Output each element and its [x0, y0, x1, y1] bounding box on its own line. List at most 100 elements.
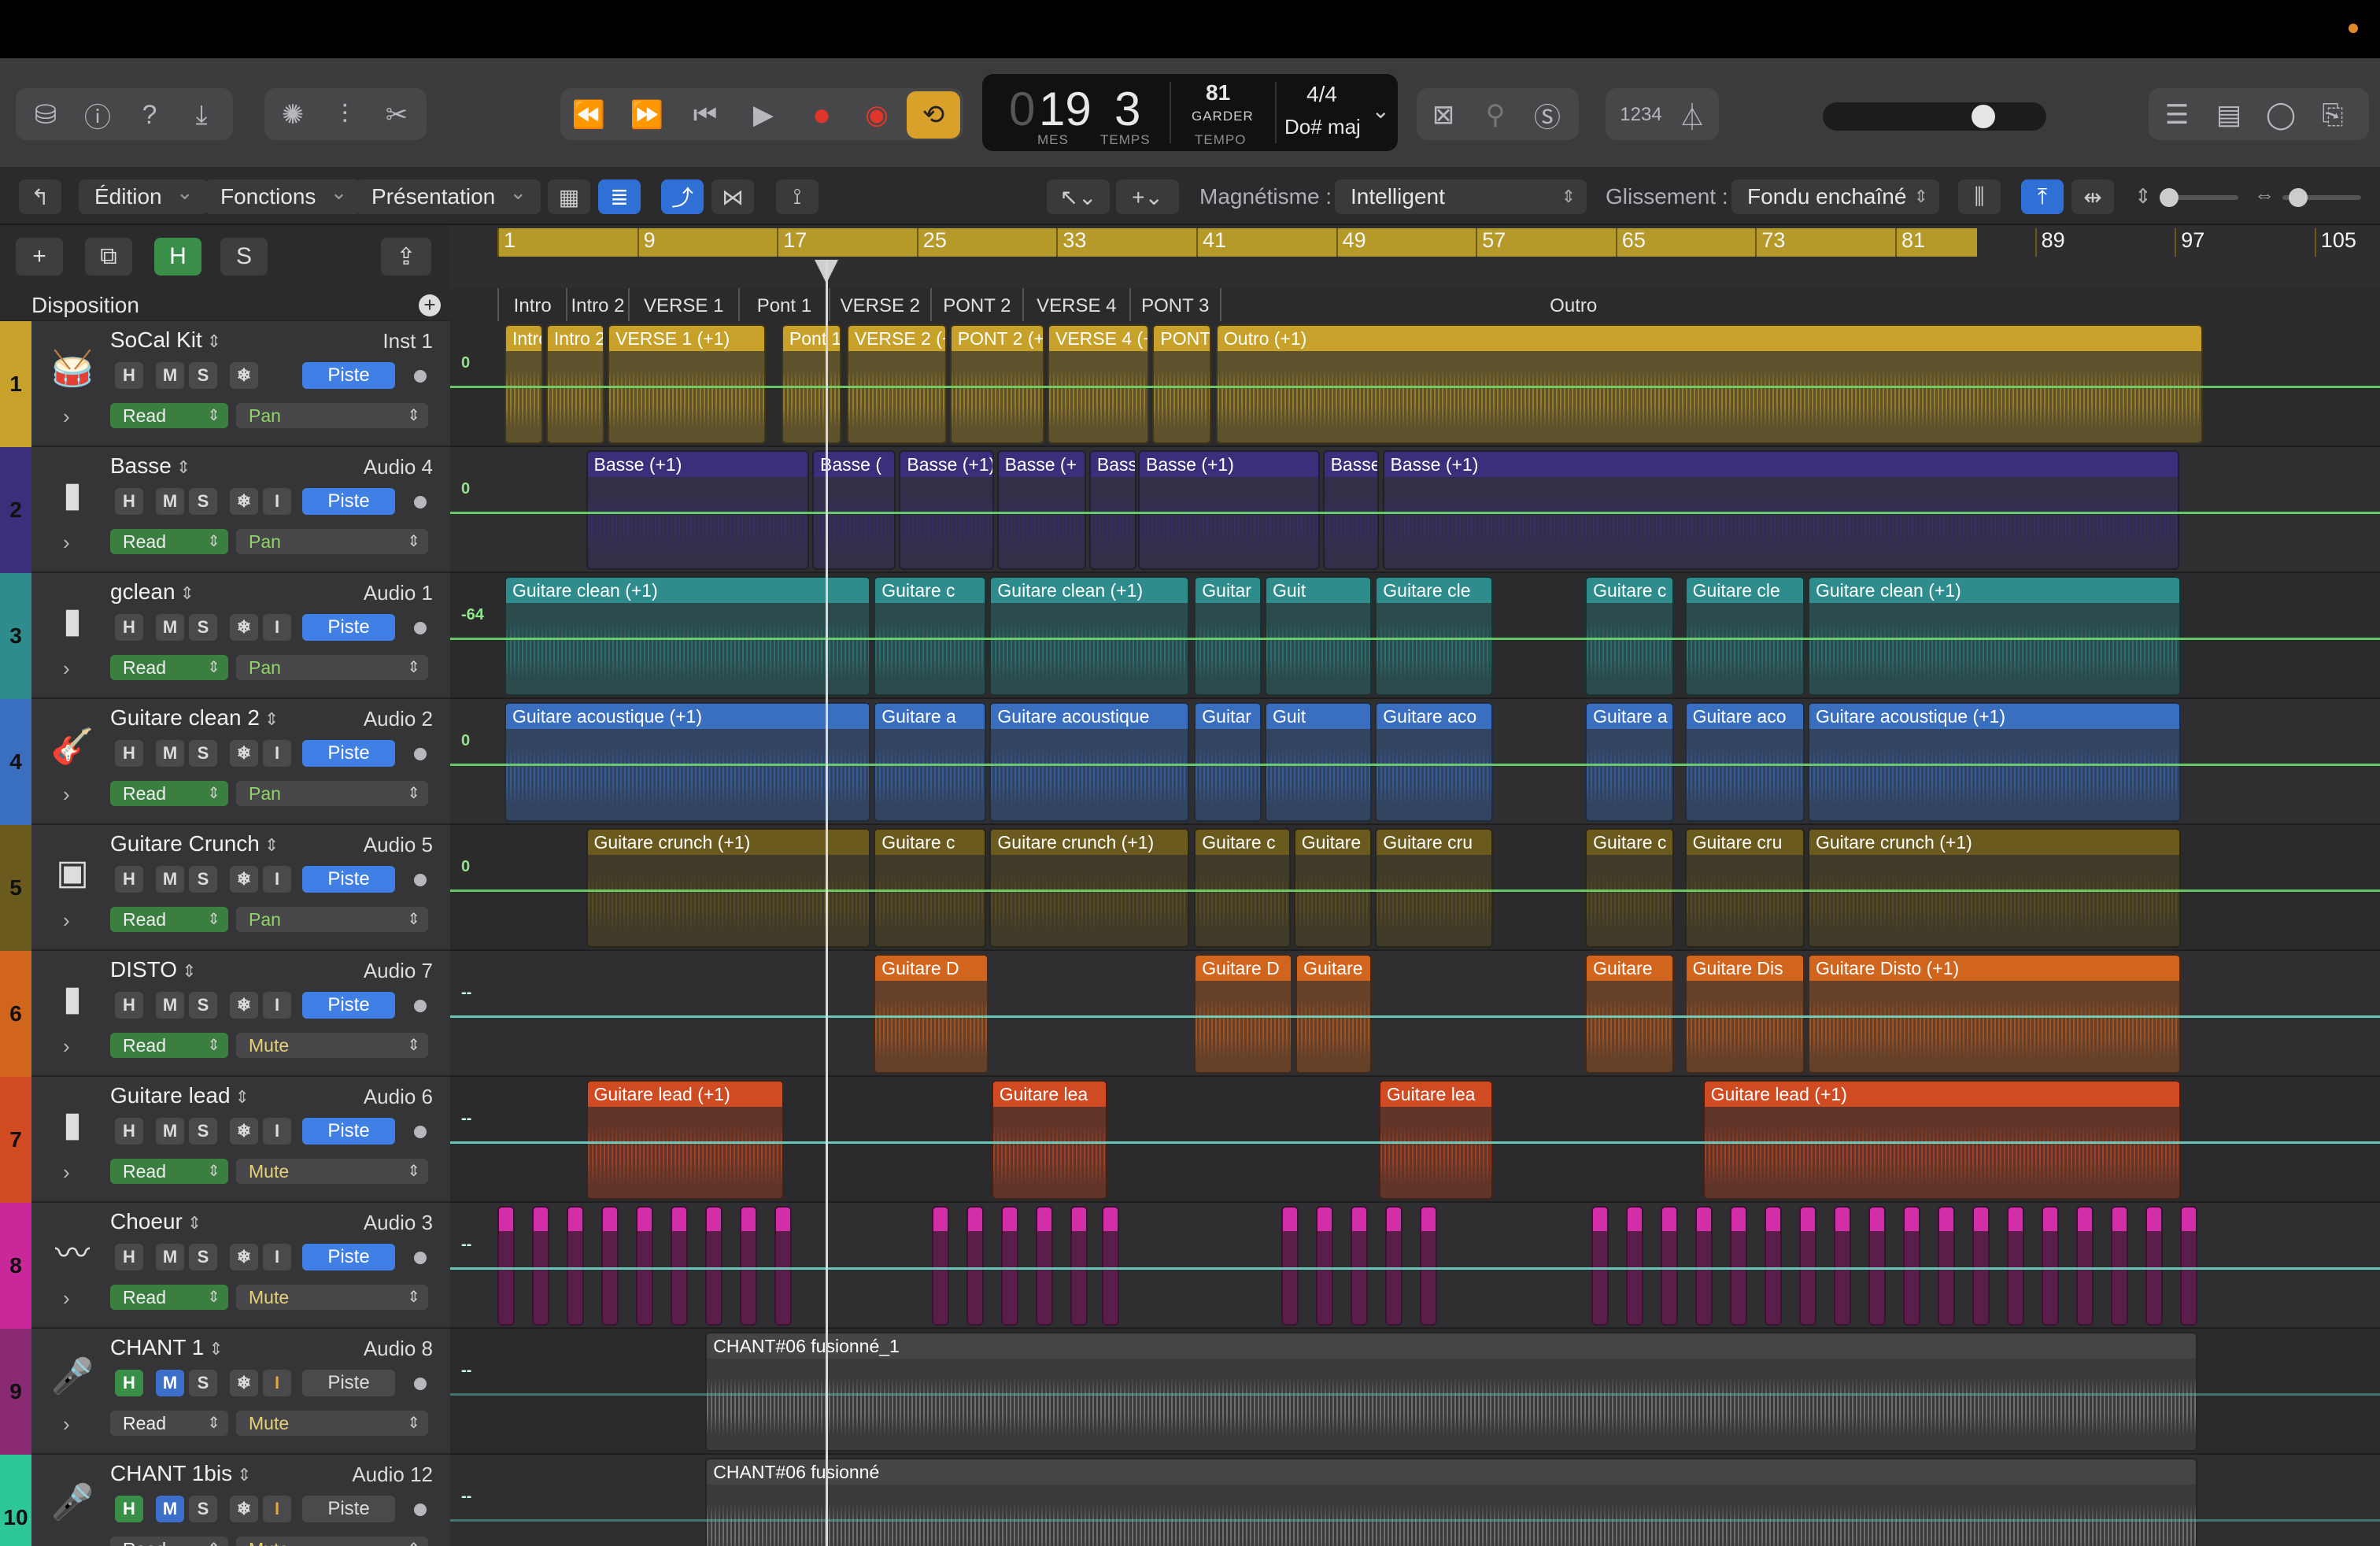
back-arrow-icon[interactable]: ↰ — [19, 179, 61, 214]
track-on-button[interactable]: Piste — [302, 1244, 395, 1270]
secondary-tool-icon[interactable]: +⌄ — [1116, 179, 1179, 214]
solo-icon[interactable]: Ⓢ — [1525, 91, 1569, 139]
automation-line[interactable] — [450, 1393, 2380, 1396]
track-number[interactable]: 8 — [0, 1203, 31, 1329]
track-lane[interactable]: -- — [450, 1203, 2380, 1329]
choir-region[interactable] — [1001, 1206, 1018, 1326]
choir-region[interactable] — [1695, 1206, 1713, 1326]
region[interactable]: CHANT#06 fusionné_1 — [705, 1332, 2198, 1452]
cycle-icon[interactable]: ⟲ — [907, 91, 960, 139]
expand-chevron-icon[interactable]: › — [63, 656, 70, 681]
track-number[interactable]: 4 — [0, 699, 31, 825]
input-monitor-button[interactable]: I — [263, 1244, 291, 1270]
region[interactable]: Guitare clean (+1) — [504, 576, 871, 696]
mixer-icon[interactable]: ⫶ — [323, 91, 367, 139]
region[interactable]: Basse (+ — [996, 450, 1086, 570]
automation-line[interactable] — [450, 1141, 2380, 1144]
input-monitor-button[interactable]: I — [263, 992, 291, 1019]
metronome-icon[interactable]: ⏃ — [1670, 91, 1714, 139]
track-on-button[interactable]: Piste — [302, 1496, 395, 1522]
choir-region[interactable] — [1070, 1206, 1088, 1326]
automation-line[interactable] — [450, 1015, 2380, 1018]
timeline-ruler[interactable]: 1 9 17 25 33 41 49 57 65 73 81 89 97 105 — [450, 225, 2380, 288]
region[interactable]: Guitare aco — [1375, 702, 1494, 822]
solo-button[interactable]: S — [189, 740, 217, 767]
track-number[interactable]: 10 — [0, 1455, 31, 1546]
solo-button[interactable]: S — [189, 488, 217, 515]
snap-select[interactable]: Intelligent ⇕ — [1335, 179, 1587, 214]
track-lane[interactable]: Intro (+ Intro 2 (+1) VERSE 1 (+1) Pont … — [450, 321, 2380, 447]
region[interactable]: Guitare c — [874, 828, 987, 948]
automation-line[interactable] — [450, 512, 2380, 514]
waveform-zoom-icon[interactable]: ⫼ — [1958, 179, 2001, 214]
choir-region[interactable] — [2180, 1206, 2197, 1326]
automation-mode-select[interactable]: Read — [110, 655, 228, 680]
drag-select[interactable]: Fondu enchaîné ⇕ — [1731, 179, 1939, 214]
automation-mode-select[interactable]: Read — [110, 907, 228, 932]
solo-button[interactable]: S — [189, 614, 217, 641]
marker-0[interactable]: Intro — [497, 288, 566, 321]
lcd-display[interactable]: 0 19 3 MES TEMPS 81 GARDER TEMPO 4/4 Do#… — [982, 74, 1398, 151]
marker-6[interactable]: VERSE 4 — [1022, 288, 1129, 321]
region[interactable]: Guitar — [1194, 702, 1262, 822]
tuner-icon[interactable]: ⚲ — [1473, 91, 1517, 139]
region[interactable]: Guitare lead (+1) — [1702, 1080, 2182, 1200]
smart-controls-icon[interactable]: ✺ — [271, 91, 315, 139]
choir-region[interactable] — [497, 1206, 515, 1326]
marker-7[interactable]: PONT 3 — [1129, 288, 1220, 321]
count-in-button[interactable]: 1234 — [1613, 91, 1669, 139]
choir-region[interactable] — [1834, 1206, 1851, 1326]
mute-button[interactable]: M — [156, 362, 184, 389]
marker-1[interactable]: Intro 2 — [566, 288, 627, 321]
expand-chevron-icon[interactable]: › — [63, 405, 70, 429]
track-lane[interactable]: CHANT#06 fusionné -- — [450, 1455, 2380, 1546]
track-lane[interactable]: Guitare clean (+1) Guitare c Guitare cle… — [450, 573, 2380, 699]
add-track-button[interactable]: + — [16, 238, 63, 276]
region[interactable]: Guitare D — [1194, 954, 1293, 1074]
input-monitor-button[interactable]: I — [263, 614, 291, 641]
list-view-icon[interactable]: ≣ — [598, 179, 641, 214]
browser-icon[interactable]: ⎘ — [2311, 91, 2355, 139]
choir-region[interactable] — [1661, 1206, 1678, 1326]
region[interactable]: Guitare a — [874, 702, 987, 822]
choir-region[interactable] — [567, 1206, 584, 1326]
track-name[interactable]: DISTO ⇕ — [110, 957, 197, 982]
choir-region[interactable] — [1351, 1206, 1368, 1326]
region[interactable]: VERSE 2 (+1) — [846, 324, 947, 444]
choir-region[interactable] — [774, 1206, 792, 1326]
expand-chevron-icon[interactable]: › — [63, 1160, 70, 1185]
region[interactable]: Guit — [1265, 702, 1373, 822]
replace-icon[interactable]: ⊠ — [1421, 91, 1465, 139]
region[interactable]: Intro (+ — [504, 324, 543, 444]
choir-region[interactable] — [2076, 1206, 2094, 1326]
freeze-icon[interactable]: ❄ — [230, 1118, 258, 1145]
automation-param-select[interactable]: Pan — [236, 403, 428, 428]
hide-button[interactable]: H — [115, 1370, 143, 1396]
solo-button[interactable]: S — [189, 992, 217, 1019]
freeze-icon[interactable]: ❄ — [230, 1244, 258, 1270]
choir-region[interactable] — [1591, 1206, 1609, 1326]
mute-button[interactable]: M — [156, 488, 184, 515]
choir-region[interactable] — [1799, 1206, 1816, 1326]
region[interactable]: Guitare Dis — [1684, 954, 1805, 1074]
track-number[interactable]: 3 — [0, 573, 31, 699]
mute-button[interactable]: M — [156, 1244, 184, 1270]
region[interactable]: PONT 2 (+1) — [949, 324, 1044, 444]
track-lane[interactable]: Basse (+1) Basse ( Basse (+1) Basse (+ B… — [450, 447, 2380, 573]
track-header[interactable]: 2 ▮ Basse ⇕ Audio 4 H M S ❄ I Piste › Rea… — [0, 447, 450, 573]
pointer-tool-icon[interactable]: ↖⌄ — [1047, 179, 1110, 214]
region[interactable]: Guitare c — [874, 576, 987, 696]
region[interactable]: Guitare lea — [991, 1080, 1108, 1200]
vertical-zoom-slider[interactable] — [2160, 188, 2238, 207]
record-enable-icon[interactable] — [414, 1378, 427, 1390]
track-on-button[interactable]: Piste — [302, 992, 395, 1019]
automation-param-select[interactable]: Pan — [236, 655, 428, 680]
global-h-button[interactable]: H — [154, 238, 201, 276]
mute-button[interactable]: M — [156, 992, 184, 1019]
region[interactable]: Guitare — [1293, 828, 1373, 948]
region[interactable]: Basse ( — [1322, 450, 1380, 570]
record-enable-icon[interactable] — [414, 748, 427, 760]
hide-button[interactable]: H — [115, 866, 143, 893]
region[interactable]: Guitare aco — [1684, 702, 1805, 822]
track-on-button[interactable]: Piste — [302, 614, 395, 641]
